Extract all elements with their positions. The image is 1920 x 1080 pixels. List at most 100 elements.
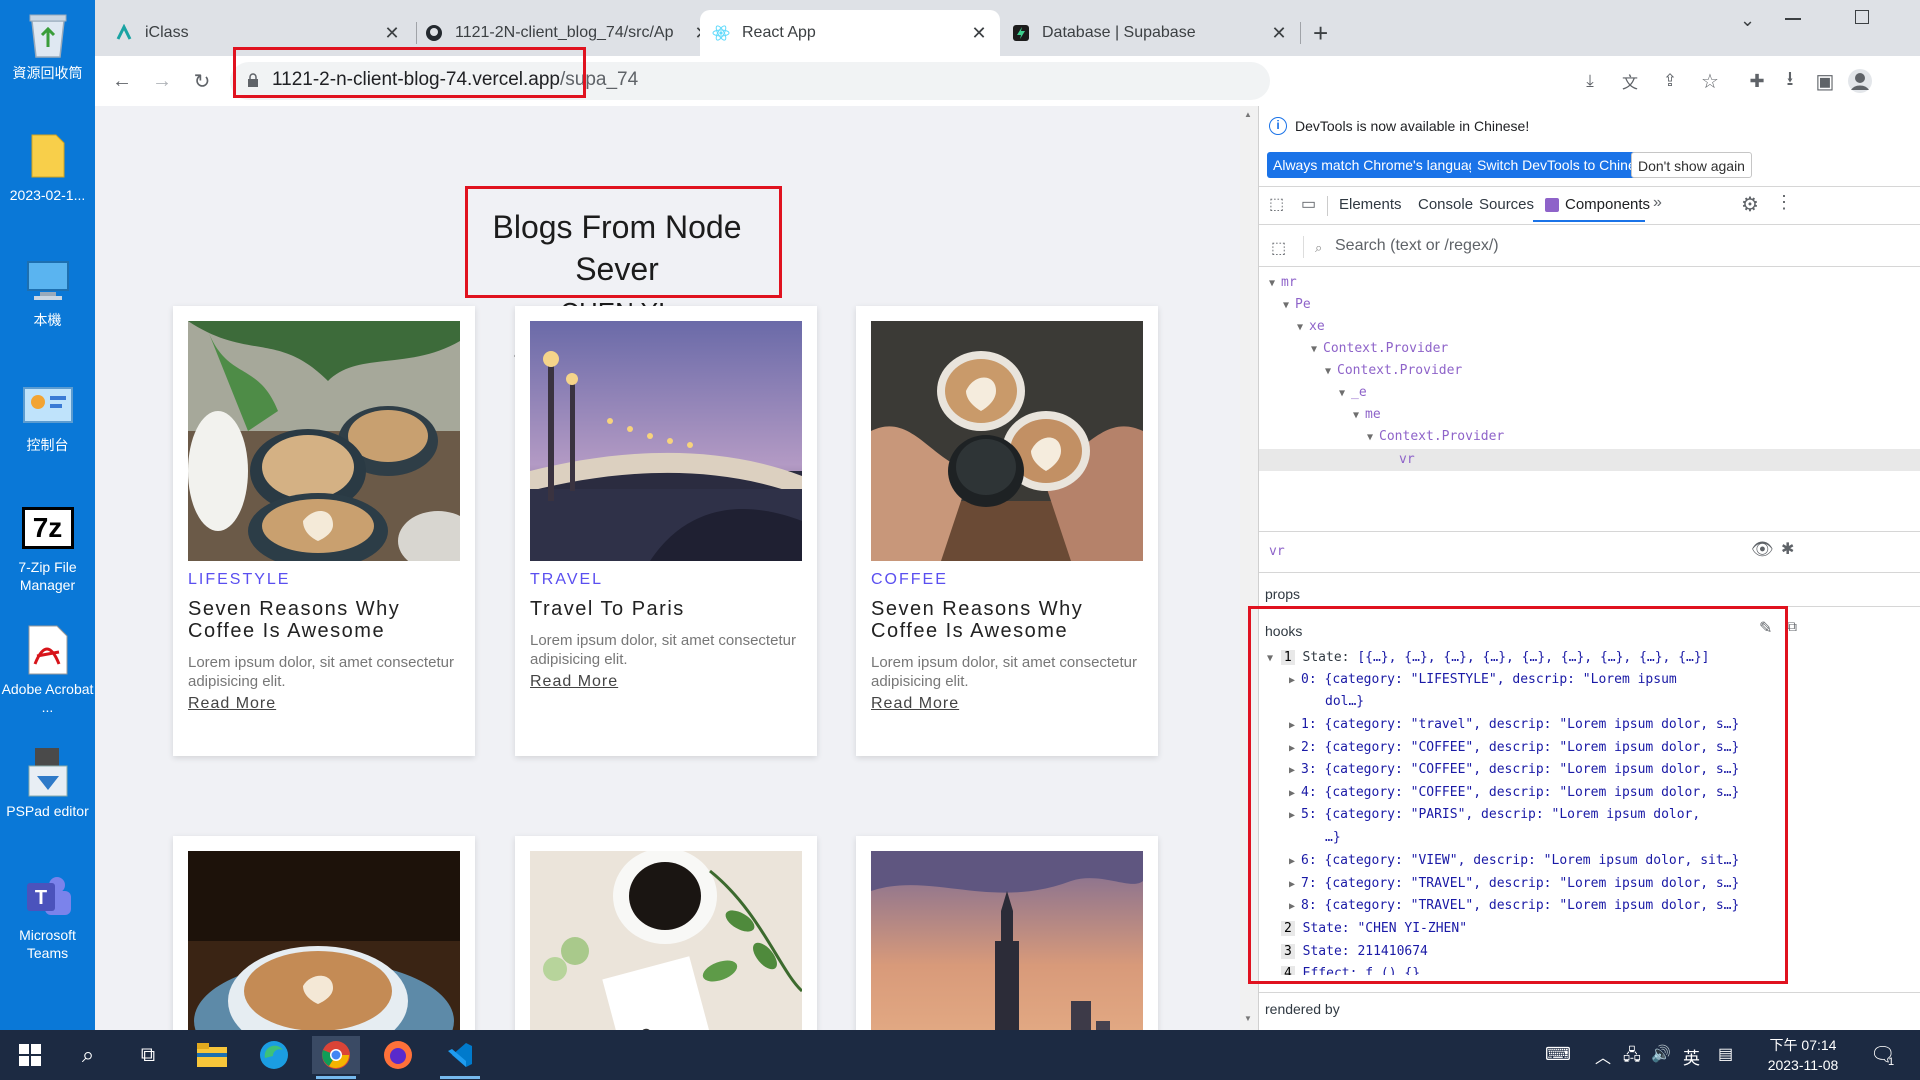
coffee-leaves-image: enjoy bbox=[530, 851, 802, 1030]
maximize-icon[interactable] bbox=[1855, 10, 1869, 24]
read-more-link[interactable]: Read More bbox=[188, 695, 276, 713]
edge-icon[interactable] bbox=[250, 1036, 298, 1074]
share-icon[interactable]: ⇪ bbox=[1655, 66, 1685, 96]
ime-indicator[interactable]: 英 bbox=[1683, 1044, 1700, 1069]
dont-show-again-button[interactable]: Don't show again bbox=[1631, 152, 1752, 178]
card-category: COFFEE bbox=[871, 571, 948, 588]
tree-node[interactable]: ▼ me bbox=[1353, 404, 1381, 427]
rendered-by-label: rendered by bbox=[1265, 1001, 1340, 1017]
heading-highlight-box bbox=[465, 186, 782, 298]
more-options-icon[interactable]: ⋮ bbox=[1775, 192, 1793, 213]
match-language-button[interactable]: Always match Chrome's language bbox=[1267, 152, 1491, 178]
desktop-icon-this-pc[interactable]: 本機 bbox=[0, 255, 95, 329]
volume-icon[interactable]: 🔊 bbox=[1651, 1044, 1671, 1064]
settings-gear-icon[interactable]: ⚙ bbox=[1741, 192, 1759, 217]
svg-text:T: T bbox=[34, 887, 46, 909]
blog-card: LIFESTYLE Seven Reasons Why Coffee Is Aw… bbox=[173, 306, 475, 756]
desktop-icon-7zip[interactable]: 7z 7-Zip File Manager bbox=[0, 502, 95, 594]
close-icon[interactable]: ✕ bbox=[1270, 23, 1288, 44]
vscode-icon[interactable] bbox=[436, 1036, 484, 1074]
translate-icon[interactable]: 文 bbox=[1615, 66, 1645, 96]
tab-supabase[interactable]: Database | Supabase ✕ bbox=[1000, 10, 1300, 56]
card-description: Lorem ipsum dolor, sit amet consectetur … bbox=[530, 632, 796, 668]
tab-components[interactable]: Components bbox=[1533, 190, 1650, 222]
tab-react-app[interactable]: React App ✕ bbox=[700, 10, 1000, 56]
tree-node[interactable]: ▼ Context.Provider bbox=[1311, 338, 1448, 361]
read-more-link[interactable]: Read More bbox=[530, 673, 618, 691]
profile-avatar-icon[interactable] bbox=[1845, 66, 1875, 96]
tree-node[interactable]: ▼ mr bbox=[1269, 272, 1297, 295]
search-icon[interactable]: ⌕ bbox=[64, 1036, 112, 1074]
tab-title: React App bbox=[742, 24, 816, 41]
desktop-icon-control-panel[interactable]: 控制台 bbox=[0, 380, 95, 454]
tab-console[interactable]: Console bbox=[1418, 190, 1473, 220]
eye-icon[interactable]: 👁 bbox=[1751, 539, 1774, 560]
bug-icon[interactable]: ✱ bbox=[1781, 539, 1794, 559]
coffee-cups-image bbox=[188, 321, 460, 561]
tree-node[interactable]: ▼ _e bbox=[1339, 382, 1367, 405]
tree-node[interactable]: ▼ Context.Provider bbox=[1367, 426, 1504, 449]
desktop-icon-pspad[interactable]: PSPad editor bbox=[0, 746, 95, 820]
tree-node[interactable]: ▼ Context.Provider bbox=[1325, 360, 1462, 383]
desktop-icon-label: Adobe Acrobat ... bbox=[1, 681, 94, 715]
card-title: Seven Reasons Why Coffee Is Awesome bbox=[188, 598, 401, 642]
read-more-link[interactable]: Read More bbox=[871, 695, 959, 713]
side-panel-icon[interactable]: ▣ bbox=[1810, 66, 1840, 96]
chrome-icon[interactable] bbox=[312, 1036, 360, 1074]
forward-icon[interactable]: → bbox=[147, 66, 177, 96]
device-toolbar-icon[interactable]: ▭ bbox=[1301, 194, 1316, 214]
info-icon: i bbox=[1269, 117, 1287, 135]
keyboard-icon[interactable]: ⌨ bbox=[1545, 1044, 1571, 1065]
url-highlight-box bbox=[233, 47, 586, 98]
tree-node[interactable]: ▼ xe bbox=[1297, 316, 1325, 339]
desktop-icon-label: 7-Zip File Manager bbox=[18, 559, 77, 593]
tab-title: Database | Supabase bbox=[1042, 24, 1196, 41]
download-icon[interactable]: ⭳ bbox=[1775, 66, 1805, 96]
show-hidden-icons-icon[interactable]: ︿ bbox=[1595, 1044, 1611, 1068]
paris-bridge-image bbox=[530, 321, 802, 561]
component-search-input[interactable]: Search (text or /regex/) bbox=[1335, 237, 1499, 255]
card-category: LIFESTYLE bbox=[188, 571, 291, 588]
bookmark-star-icon[interactable]: ☆ bbox=[1695, 66, 1725, 96]
ime-mode-icon[interactable]: ▤ bbox=[1718, 1044, 1733, 1064]
clock[interactable]: 下午 07:14 2023-11-08 bbox=[1748, 1035, 1858, 1075]
close-icon[interactable]: ✕ bbox=[383, 23, 401, 44]
file-explorer-icon[interactable] bbox=[188, 1036, 236, 1074]
copy-icon[interactable]: ⧉ bbox=[1787, 618, 1797, 635]
supabase-icon bbox=[1012, 24, 1030, 42]
tree-node-selected[interactable]: vr bbox=[1399, 449, 1415, 471]
teams-icon: T bbox=[22, 870, 74, 922]
card-title: Seven Reasons Why Coffee Is Awesome bbox=[871, 598, 1084, 642]
extensions-icon[interactable]: ✚ bbox=[1742, 66, 1772, 96]
firefox-icon[interactable] bbox=[374, 1036, 422, 1074]
selected-component-name: vr bbox=[1269, 544, 1285, 559]
select-component-icon[interactable]: ⬚ bbox=[1271, 238, 1286, 258]
notification-count: 1 bbox=[1888, 1056, 1895, 1068]
desktop-icon-acrobat[interactable]: Adobe Acrobat ... bbox=[0, 624, 95, 716]
tab-search-icon[interactable]: ⌄ bbox=[1740, 10, 1755, 31]
taskbar: ⌕ ⧉ ⌨ ︿ 🖧 🔊 英 ▤ 下午 07:14 2023-11-08 🗨 1 bbox=[0, 1030, 1920, 1080]
tab-sources[interactable]: Sources bbox=[1479, 190, 1534, 220]
desktop-icon-folder[interactable]: 2023-02-1... bbox=[0, 130, 95, 204]
back-icon[interactable]: ← bbox=[107, 66, 137, 96]
tab-title: 1121-2N-client_blog_74/src/Ap bbox=[455, 24, 674, 41]
desktop-icon-teams[interactable]: T Microsoft Teams bbox=[0, 870, 95, 962]
desktop-icon-recycle-bin[interactable]: 資源回收筒 bbox=[0, 8, 95, 82]
task-view-icon[interactable]: ⧉ bbox=[124, 1036, 172, 1074]
close-icon[interactable]: ✕ bbox=[970, 23, 988, 44]
blog-card: COFFEE Seven Reasons Why Coffee Is Aweso… bbox=[856, 306, 1158, 756]
install-app-icon[interactable]: ⤓ bbox=[1575, 66, 1605, 96]
start-button[interactable] bbox=[6, 1036, 54, 1074]
selected-tree-row[interactable] bbox=[1259, 449, 1920, 471]
scroll-down-icon[interactable]: ▼ bbox=[1244, 1014, 1252, 1023]
minimize-icon[interactable] bbox=[1785, 18, 1801, 20]
reload-icon[interactable]: ↻ bbox=[187, 66, 217, 96]
more-tabs-icon[interactable]: » bbox=[1653, 194, 1662, 212]
scroll-up-icon[interactable]: ▲ bbox=[1244, 110, 1252, 119]
tree-node[interactable]: ▼ Pe bbox=[1283, 294, 1311, 317]
switch-chinese-button[interactable]: Switch DevTools to Chinese bbox=[1471, 152, 1657, 178]
inspect-element-icon[interactable]: ⬚ bbox=[1269, 194, 1284, 214]
network-icon[interactable]: 🖧 bbox=[1623, 1044, 1641, 1071]
tab-elements[interactable]: Elements bbox=[1339, 190, 1402, 220]
new-tab-icon[interactable]: + bbox=[1313, 18, 1328, 48]
